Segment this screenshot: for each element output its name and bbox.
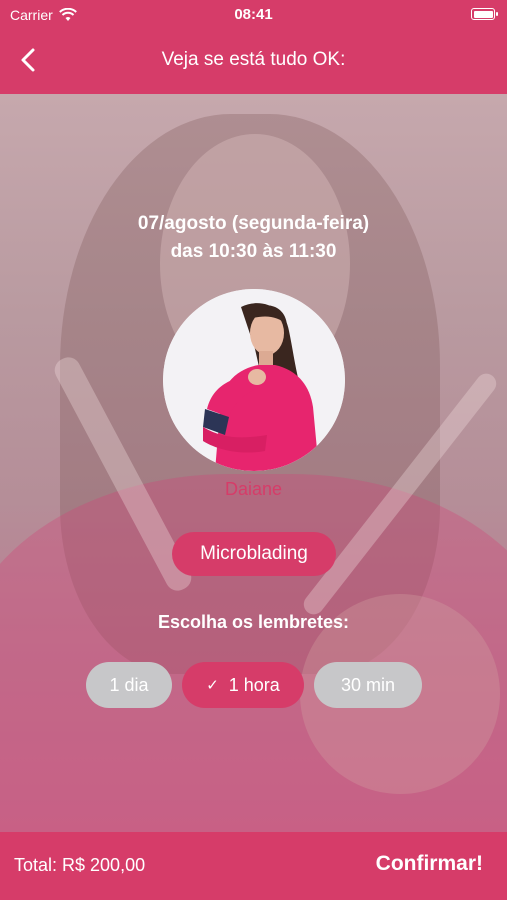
header-bar: Carrier 08:41 Veja se está tudo OK: [0, 0, 507, 94]
professional-photo [163, 289, 345, 471]
confirmation-content: 07/agosto (segunda-feira) das 10:30 às 1… [0, 94, 507, 832]
appointment-datetime: 07/agosto (segunda-feira) das 10:30 às 1… [0, 210, 507, 266]
reminder-chip-label: 1 hora [228, 674, 280, 695]
professional-avatar [163, 289, 345, 471]
footer-bar: Total: R$ 200,00 Confirmar! [0, 832, 507, 900]
clock: 08:41 [234, 6, 273, 23]
status-bar: Carrier 08:41 [0, 0, 507, 30]
reminder-chip-label: 1 dia [109, 674, 149, 695]
reminder-chip-30-min[interactable]: 30 min [314, 662, 422, 708]
reminder-chip-1-dia[interactable]: 1 dia [86, 662, 172, 708]
professional-name: Daiane [224, 479, 283, 499]
appointment-date: 07/agosto (segunda-feira) [137, 213, 370, 234]
check-icon: ✓ [206, 677, 219, 694]
battery-icon [471, 8, 498, 20]
confirm-button[interactable]: Confirmar! [376, 852, 483, 876]
page-title: Veja se está tudo OK: [161, 49, 346, 70]
service-badge: Microblading [172, 532, 336, 576]
reminder-chip-label: 30 min [340, 674, 396, 695]
reminders-title: Escolha os lembretes: [157, 612, 350, 632]
reminder-chip-1-hora[interactable]: ✓ 1 hora [182, 662, 304, 708]
total-price: Total: R$ 200,00 [14, 855, 146, 875]
appointment-time: das 10:30 às 11:30 [170, 241, 337, 262]
